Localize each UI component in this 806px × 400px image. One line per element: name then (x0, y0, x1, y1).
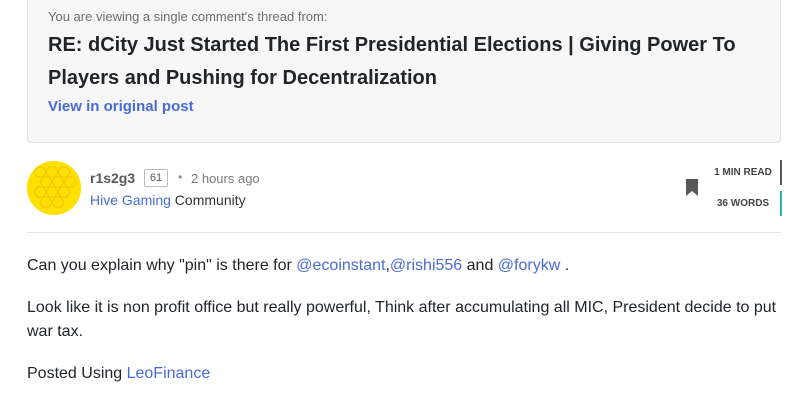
p1-text: Can you explain why "pin" is there for (27, 257, 297, 274)
paragraph-2: Look like it is non profit office but re… (27, 299, 777, 340)
mention-rishi556[interactable]: @rishi556 (390, 257, 462, 274)
post-time[interactable]: 2 hours ago (191, 171, 260, 186)
meta-separator: • (178, 170, 183, 184)
thread-title[interactable]: RE: dCity Just Started The First Preside… (48, 29, 748, 95)
community-line: Hive Gaming Community (90, 192, 246, 208)
divider (27, 232, 781, 233)
community-suffix: Community (170, 192, 246, 208)
reputation-badge: 61 (144, 169, 168, 187)
mention-forykw[interactable]: @forykw (498, 257, 560, 274)
p1-and: and (462, 257, 498, 274)
read-time-badge: 1 MIN READ (706, 160, 782, 185)
p1-end: . (560, 257, 570, 274)
view-original-post-link[interactable]: View in original post (48, 98, 194, 115)
word-count-badge: 36 WORDS (706, 191, 782, 216)
parent-thread-box: You are viewing a single comment's threa… (27, 0, 781, 143)
avatar[interactable] (27, 161, 81, 215)
p3-text: Posted Using (27, 365, 127, 382)
paragraph-1: Can you explain why "pin" is there for @… (27, 254, 787, 278)
mention-ecoinstant[interactable]: @ecoinstant (296, 257, 385, 274)
leofinance-link[interactable]: LeoFinance (127, 365, 211, 382)
paragraph-3: Posted Using LeoFinance (27, 362, 787, 386)
author-name[interactable]: r1s2g3 (90, 170, 135, 186)
thread-note: You are viewing a single comment's threa… (48, 9, 328, 24)
bookmark-icon[interactable] (686, 179, 698, 196)
community-link[interactable]: Hive Gaming (90, 192, 171, 208)
honeycomb-avatar-icon (27, 161, 81, 215)
